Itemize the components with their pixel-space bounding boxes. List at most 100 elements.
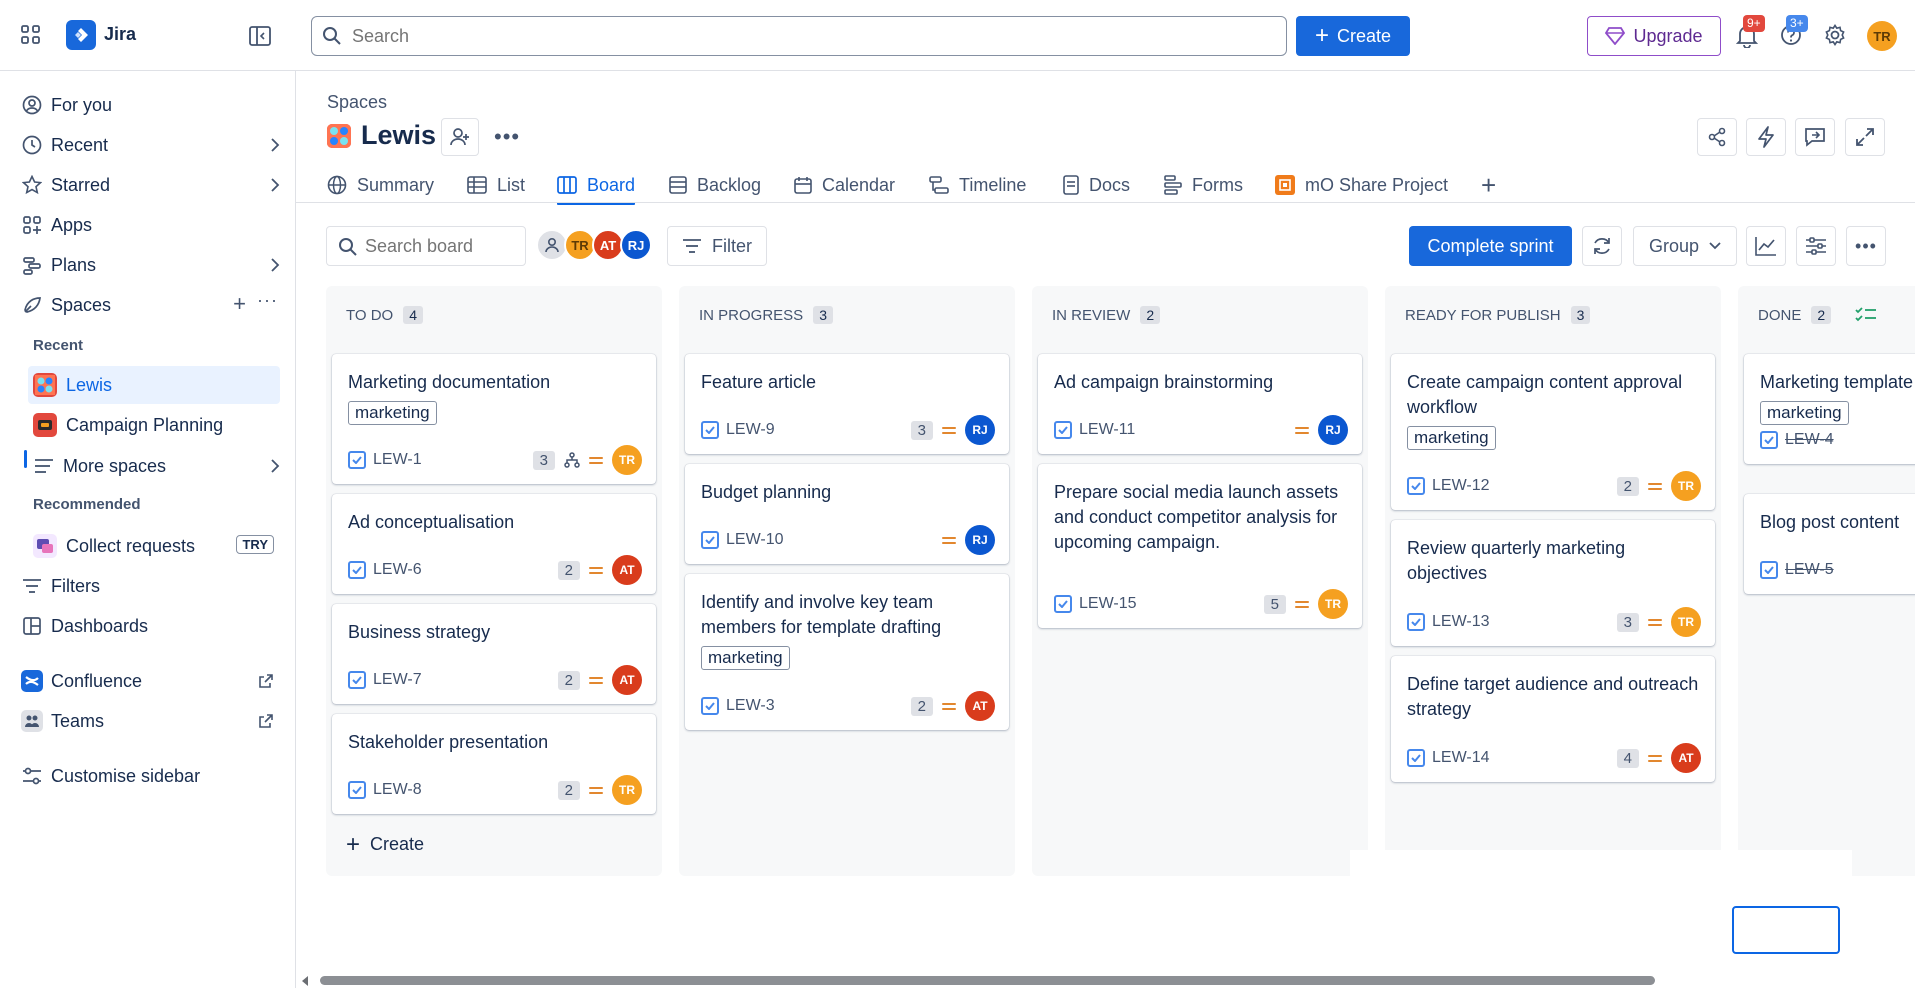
assignee-avatar[interactable]: TR xyxy=(1671,471,1701,501)
sidebar-item-dashboards[interactable]: Dashboards xyxy=(20,609,280,643)
issue-card[interactable]: Feature article LEW-9 3 RJ xyxy=(685,354,1009,454)
complete-sprint-button[interactable]: Complete sprint xyxy=(1409,226,1572,266)
share-button[interactable] xyxy=(1697,118,1737,156)
user-avatar[interactable]: TR xyxy=(1867,21,1897,51)
tab-label: Calendar xyxy=(822,174,896,195)
issue-card[interactable]: Ad conceptualisation LEW-6 2 AT xyxy=(332,494,656,594)
assignee-avatar[interactable]: RJ xyxy=(1318,415,1348,445)
issue-card[interactable]: Marketing template marketing LEW-4 xyxy=(1744,354,1915,464)
tab-share-project[interactable]: mO Share Project xyxy=(1275,168,1448,202)
assignee-avatar[interactable]: RJ xyxy=(965,415,995,445)
breadcrumb[interactable]: Spaces xyxy=(327,92,387,113)
issue-card[interactable]: Create campaign content approval workflo… xyxy=(1391,354,1715,510)
issue-card[interactable]: Prepare social media launch assets and c… xyxy=(1038,464,1362,628)
tab-board[interactable]: Board xyxy=(557,168,636,205)
sidebar-space-lewis[interactable]: Lewis xyxy=(28,366,280,404)
add-tab-button[interactable]: + xyxy=(1481,168,1496,202)
sidebar-item-apps[interactable]: Apps xyxy=(20,208,280,242)
board-search[interactable] xyxy=(326,226,526,266)
sidebar-space-campaign-planning[interactable]: Campaign Planning xyxy=(28,406,280,444)
group-label: Group xyxy=(1648,235,1700,256)
scroll-left-arrow-icon[interactable] xyxy=(300,975,310,987)
group-dropdown[interactable]: Group xyxy=(1633,226,1737,266)
sidebar-item-more-spaces[interactable]: More spaces xyxy=(20,449,280,483)
tab-docs[interactable]: Docs xyxy=(1063,168,1130,202)
sidebar-item-for-you[interactable]: For you xyxy=(20,88,280,122)
tab-timeline[interactable]: Timeline xyxy=(929,168,1026,202)
create-issue-button[interactable]: + Create xyxy=(346,832,424,856)
sidebar-item-recent[interactable]: Recent xyxy=(20,128,280,162)
horizontal-scrollbar-thumb[interactable] xyxy=(320,976,1655,985)
issue-card[interactable]: Review quarterly marketing objectives LE… xyxy=(1391,520,1715,646)
board-more-button[interactable]: ••• xyxy=(1846,226,1886,266)
automation-button[interactable] xyxy=(1746,118,1786,156)
card-title: Stakeholder presentation xyxy=(348,732,549,752)
issue-card[interactable]: Stakeholder presentation LEW-8 2 TR xyxy=(332,714,656,814)
sidebar-label: Plans xyxy=(51,254,97,275)
issue-card[interactable]: Business strategy LEW-7 2 AT xyxy=(332,604,656,704)
add-space-icon[interactable]: + xyxy=(233,291,246,317)
project-more-icon[interactable]: ••• xyxy=(494,124,520,150)
feedback-button[interactable] xyxy=(1795,118,1835,156)
board-search-input[interactable] xyxy=(365,235,525,257)
card-title: Blog post content xyxy=(1760,512,1900,532)
global-search[interactable] xyxy=(311,16,1287,56)
issue-card[interactable]: Marketing documentation marketing LEW-1 … xyxy=(332,354,656,484)
tab-calendar[interactable]: Calendar xyxy=(794,168,895,202)
collapse-sidebar-icon[interactable] xyxy=(249,26,271,46)
divider xyxy=(296,202,1915,203)
fullscreen-button[interactable] xyxy=(1845,118,1885,156)
issue-card[interactable]: Budget planning LEW-10 RJ xyxy=(685,464,1009,564)
chevron-right-icon[interactable] xyxy=(270,137,280,153)
settings-icon[interactable] xyxy=(1824,24,1846,46)
assignee-avatar[interactable]: TR xyxy=(1318,589,1348,619)
issue-card[interactable]: Blog post content LEW-5 xyxy=(1744,494,1915,594)
sidebar-item-plans[interactable]: Plans xyxy=(20,248,280,282)
assignee-avatar[interactable]: RJ xyxy=(965,525,995,555)
sidebar-item-customise[interactable]: Customise sidebar xyxy=(20,759,280,793)
sidebar-item-collect-requests[interactable]: Collect requests TRY xyxy=(28,527,280,565)
external-link-icon xyxy=(259,674,273,688)
assignee-avatar[interactable]: TR xyxy=(612,775,642,805)
refresh-button[interactable] xyxy=(1582,226,1622,266)
card-title: Ad conceptualisation xyxy=(348,512,515,532)
more-icon[interactable]: ··· xyxy=(257,290,278,311)
sidebar-item-starred[interactable]: Starred xyxy=(20,168,280,202)
add-people-button[interactable] xyxy=(441,118,479,156)
overlay-focus-box[interactable] xyxy=(1732,906,1840,954)
view-settings-button[interactable] xyxy=(1796,226,1836,266)
app-switcher-icon[interactable] xyxy=(20,24,42,46)
tab-forms[interactable]: Forms xyxy=(1164,168,1243,202)
sidebar-item-spaces[interactable]: Spaces + ··· xyxy=(20,288,280,322)
sidebar-item-filters[interactable]: Filters xyxy=(20,569,280,603)
lewis-project-icon xyxy=(33,373,57,397)
assignee-avatar[interactable]: TR xyxy=(1671,607,1701,637)
assignee-avatar[interactable]: AT xyxy=(612,665,642,695)
chevron-right-icon[interactable] xyxy=(270,177,280,193)
jira-logo-icon[interactable] xyxy=(66,20,96,50)
chevron-right-icon[interactable] xyxy=(270,458,280,474)
global-search-input[interactable] xyxy=(352,25,1286,47)
tab-summary[interactable]: Summary xyxy=(327,168,434,202)
assignee-avatar[interactable]: AT xyxy=(1671,743,1701,773)
assignee-avatar[interactable]: TR xyxy=(612,445,642,475)
tab-backlog[interactable]: Backlog xyxy=(669,168,761,202)
create-button[interactable]: + Create xyxy=(1296,16,1410,56)
issue-card[interactable]: Identify and involve key team members fo… xyxy=(685,574,1009,730)
issue-card[interactable]: Ad campaign brainstorming LEW-11 RJ xyxy=(1038,354,1362,454)
story-points: 3 xyxy=(1616,612,1639,632)
avatar-filter[interactable]: RJ xyxy=(620,229,652,261)
tab-list[interactable]: List xyxy=(467,168,525,202)
upgrade-button[interactable]: Upgrade xyxy=(1587,16,1721,56)
assignee-avatar[interactable]: AT xyxy=(965,691,995,721)
sidebar-item-confluence[interactable]: Confluence xyxy=(20,664,280,698)
priority-medium-icon xyxy=(1648,754,1662,762)
app-name[interactable]: Jira xyxy=(104,24,136,45)
issue-card[interactable]: Define target audience and outreach stra… xyxy=(1391,656,1715,782)
insights-button[interactable] xyxy=(1746,226,1786,266)
sidebar-label: More spaces xyxy=(63,455,167,476)
sidebar-item-teams[interactable]: Teams xyxy=(20,704,280,738)
chevron-right-icon[interactable] xyxy=(270,257,280,273)
assignee-avatar[interactable]: AT xyxy=(612,555,642,585)
filter-button[interactable]: Filter xyxy=(667,226,767,266)
